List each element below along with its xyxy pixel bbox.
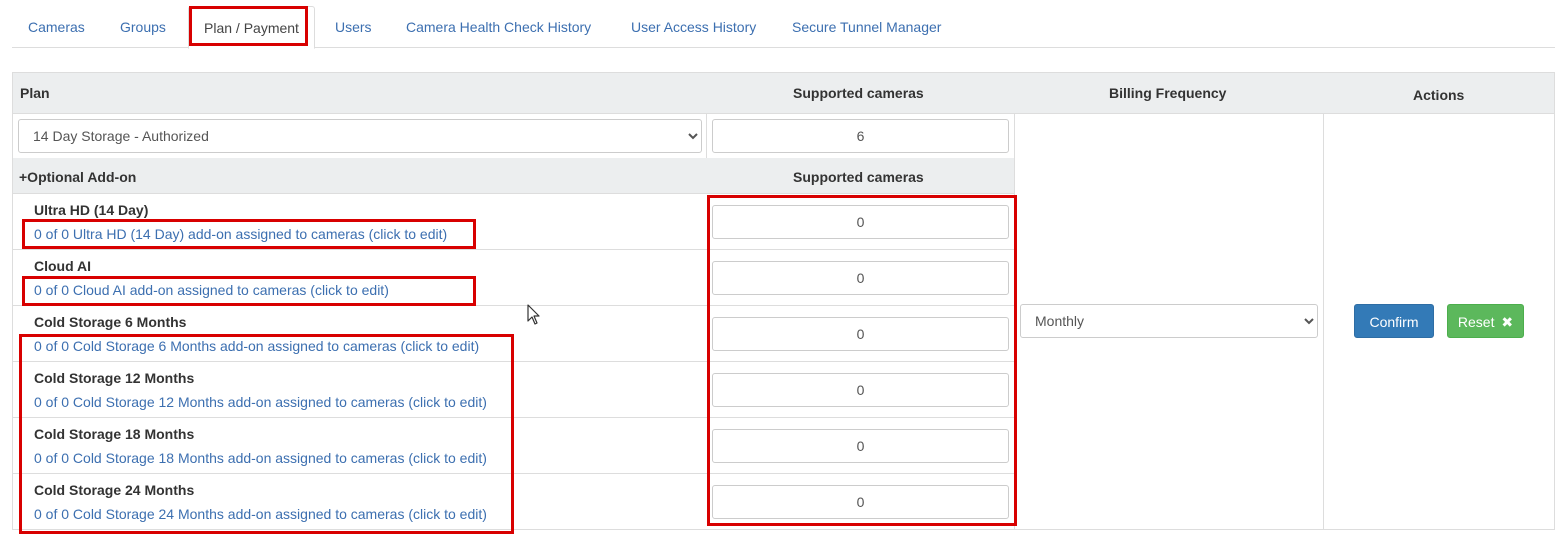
column-divider <box>706 114 707 158</box>
tab-cameras[interactable]: Cameras <box>13 6 100 48</box>
header-plan: Plan <box>20 85 50 101</box>
addon-row-cold-storage-12: Cold Storage 12 Months 0 of 0 Cold Stora… <box>13 362 1014 418</box>
tab-camera-health-check-history[interactable]: Camera Health Check History <box>391 6 606 48</box>
plan-supported-cameras-input[interactable] <box>712 119 1009 153</box>
addon-assign-link[interactable]: 0 of 0 Cloud AI add-on assigned to camer… <box>34 282 389 298</box>
billing-frequency-select[interactable]: Monthly <box>1020 304 1318 338</box>
confirm-button[interactable]: Confirm <box>1354 304 1434 338</box>
addon-row-cold-storage-24: Cold Storage 24 Months 0 of 0 Cold Stora… <box>13 474 1014 530</box>
table-header-row: Plan Supported cameras Billing Frequency… <box>13 73 1554 114</box>
addon-quantity-input[interactable] <box>712 373 1009 407</box>
plan-select[interactable]: 14 Day Storage - Authorized <box>18 119 702 153</box>
times-icon: ✖ <box>1501 314 1514 330</box>
confirm-button-label: Confirm <box>1369 314 1419 330</box>
addon-quantity-input[interactable] <box>712 205 1009 239</box>
addon-row-cloud-ai: Cloud AI 0 of 0 Cloud AI add-on assigned… <box>13 250 1014 306</box>
addon-header-row: +Optional Add-on Supported cameras <box>13 158 1014 194</box>
tab-secure-tunnel-manager[interactable]: Secure Tunnel Manager <box>777 6 956 48</box>
addon-name: Cold Storage 18 Months <box>34 426 195 442</box>
addon-assign-link[interactable]: 0 of 0 Cold Storage 12 Months add-on ass… <box>34 394 487 410</box>
addon-name: Cold Storage 12 Months <box>34 370 195 386</box>
header-optional-addon: +Optional Add-on <box>19 169 137 185</box>
addon-quantity-input[interactable] <box>712 317 1009 351</box>
header-supported-cameras: Supported cameras <box>793 85 924 101</box>
plan-row: 14 Day Storage - Authorized <box>13 114 1014 158</box>
addon-name: Cold Storage 24 Months <box>34 482 195 498</box>
addon-row-cold-storage-6: Cold Storage 6 Months 0 of 0 Cold Storag… <box>13 306 1014 362</box>
addon-name: Ultra HD (14 Day) <box>34 202 149 218</box>
column-divider <box>1323 114 1324 529</box>
reset-button-label: Reset <box>1457 314 1495 330</box>
column-divider <box>1014 114 1015 529</box>
tab-plan-payment[interactable]: Plan / Payment <box>188 6 315 49</box>
addon-name: Cloud AI <box>34 258 92 274</box>
addon-assign-link[interactable]: 0 of 0 Cold Storage 6 Months add-on assi… <box>34 338 479 354</box>
plan-table: Plan Supported cameras Billing Frequency… <box>12 72 1555 530</box>
addon-assign-link[interactable]: 0 of 0 Cold Storage 18 Months add-on ass… <box>34 450 487 466</box>
mouse-cursor-icon <box>527 304 540 325</box>
addon-row-ultra-hd: Ultra HD (14 Day) 0 of 0 Ultra HD (14 Da… <box>13 194 1014 250</box>
tab-users[interactable]: Users <box>320 6 387 48</box>
header-actions: Actions <box>1413 87 1465 103</box>
addon-row-cold-storage-18: Cold Storage 18 Months 0 of 0 Cold Stora… <box>13 418 1014 474</box>
addon-assign-link[interactable]: 0 of 0 Cold Storage 24 Months add-on ass… <box>34 506 487 522</box>
addon-name: Cold Storage 6 Months <box>34 314 187 330</box>
addon-quantity-input[interactable] <box>712 429 1009 463</box>
tab-user-access-history[interactable]: User Access History <box>616 6 771 48</box>
addon-assign-link[interactable]: 0 of 0 Ultra HD (14 Day) add-on assigned… <box>34 226 447 242</box>
addon-quantity-input[interactable] <box>712 261 1009 295</box>
nav-tabs: Cameras Groups Plan / Payment Users Came… <box>12 6 1555 49</box>
header-billing-frequency: Billing Frequency <box>1109 85 1227 101</box>
addon-quantity-input[interactable] <box>712 485 1009 519</box>
reset-button[interactable]: Reset ✖ <box>1447 304 1524 338</box>
tab-groups[interactable]: Groups <box>105 6 181 48</box>
header-addon-supported-cameras: Supported cameras <box>793 169 924 185</box>
